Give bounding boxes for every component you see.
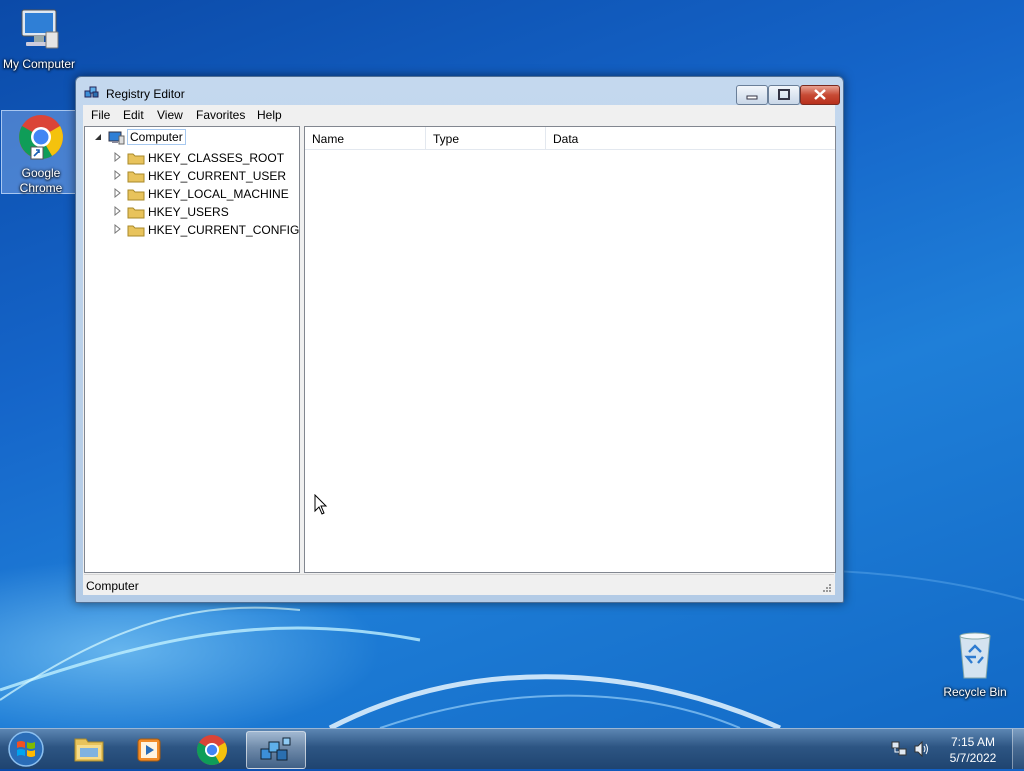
menu-bar: File Edit View Favorites Help	[83, 105, 835, 125]
column-header-label: Data	[553, 132, 579, 146]
start-button[interactable]	[6, 730, 46, 768]
folder-icon	[127, 189, 145, 201]
tree-node-label: HKEY_USERS	[148, 205, 229, 219]
taskbar: 7:15 AM 5/7/2022	[0, 728, 1024, 769]
folder-icon	[127, 171, 145, 183]
column-header-name[interactable]: Name	[305, 127, 426, 149]
desktop-icon-label: Recycle Bin	[943, 685, 1007, 699]
menu-edit[interactable]: Edit	[123, 108, 144, 122]
tree-node-computer[interactable]: Computer	[93, 129, 293, 147]
desktop-icon-my-computer[interactable]: My Computer	[0, 8, 78, 72]
tree-node-hkey-local-machine[interactable]: HKEY_LOCAL_MACHINE	[113, 185, 299, 203]
computer-icon	[108, 131, 125, 145]
registry-tree-pane[interactable]: Computer HKEY_CLASSES_ROOT HKEY_CURRENT_…	[84, 126, 300, 573]
tree-node-label: Computer	[127, 129, 186, 145]
close-button[interactable]	[800, 85, 840, 105]
registry-editor-icon	[84, 86, 99, 98]
values-list-pane[interactable]: Name Type Data	[304, 126, 836, 573]
taskbar-media-player[interactable]	[120, 731, 178, 767]
column-header-type[interactable]: Type	[426, 127, 546, 149]
recycle-bin-icon	[959, 632, 991, 679]
windows-logo-icon	[8, 731, 44, 767]
window-title: Registry Editor	[106, 87, 185, 101]
status-bar: Computer	[84, 574, 834, 595]
expand-arrow-icon	[114, 188, 121, 198]
tree-node-label: HKEY_CURRENT_CONFIG	[148, 223, 300, 237]
tree-node-hkey-current-user[interactable]: HKEY_CURRENT_USER	[113, 167, 299, 185]
column-header-data[interactable]: Data	[546, 127, 835, 149]
show-desktop-button[interactable]	[1012, 729, 1024, 769]
clock-date: 5/7/2022	[949, 751, 997, 765]
tree-node-hkey-users[interactable]: HKEY_USERS	[113, 203, 299, 221]
menu-favorites[interactable]: Favorites	[196, 108, 245, 122]
taskbar-windows-explorer[interactable]	[60, 731, 118, 767]
tree-node-label: HKEY_CLASSES_ROOT	[148, 151, 285, 165]
taskbar-google-chrome[interactable]	[183, 731, 241, 767]
close-icon	[814, 89, 826, 100]
title-bar[interactable]: Registry Editor	[76, 77, 843, 105]
folder-icon	[127, 225, 145, 237]
expand-arrow-icon	[114, 170, 121, 180]
registry-editor-icon	[260, 737, 291, 761]
tree-node-hkey-classes-root[interactable]: HKEY_CLASSES_ROOT	[113, 149, 299, 167]
desktop-icon-recycle-bin[interactable]: Recycle Bin	[936, 630, 1014, 700]
desktop-icon-label: My Computer	[2, 57, 76, 71]
menu-help[interactable]: Help	[257, 108, 282, 122]
tree-node-label: HKEY_CURRENT_USER	[148, 169, 287, 183]
column-header-label: Name	[312, 132, 345, 146]
taskbar-registry-editor[interactable]	[246, 731, 306, 769]
tree-node-hkey-current-config[interactable]: HKEY_CURRENT_CONFIG	[113, 221, 299, 239]
desktop-icon-label: Google Chrome	[19, 166, 63, 195]
network-icon[interactable]	[890, 740, 908, 758]
expand-arrow-icon	[114, 152, 121, 162]
folder-icon	[127, 207, 145, 219]
media-player-icon	[137, 738, 161, 762]
volume-icon[interactable]	[913, 740, 931, 758]
tree-node-label: HKEY_LOCAL_MACHINE	[148, 187, 289, 201]
maximize-icon	[778, 89, 790, 100]
computer-icon	[21, 9, 59, 49]
registry-editor-window[interactable]: Registry Editor File Edit View Favorites…	[75, 76, 844, 603]
minimize-icon	[746, 95, 758, 100]
mouse-cursor-icon	[314, 494, 328, 515]
expand-arrow-icon	[114, 206, 121, 216]
header-divider	[305, 149, 835, 150]
column-header-label: Type	[433, 132, 460, 146]
folder-icon	[127, 153, 145, 165]
status-text: Computer	[86, 579, 139, 593]
menu-view[interactable]: View	[157, 108, 183, 122]
menu-file[interactable]: File	[91, 108, 110, 122]
resize-grip-icon[interactable]	[822, 583, 832, 593]
minimize-button[interactable]	[736, 85, 768, 105]
system-clock[interactable]: 7:15 AM 5/7/2022	[940, 734, 1006, 766]
folder-icon	[74, 738, 104, 762]
client-area: Computer HKEY_CLASSES_ROOT HKEY_CURRENT_…	[83, 125, 836, 595]
chrome-icon	[19, 115, 63, 160]
desktop-icon-google-chrome[interactable]: Google Chrome	[1, 110, 81, 195]
collapse-arrow-icon	[95, 134, 101, 140]
clock-time: 7:15 AM	[950, 735, 996, 749]
maximize-button[interactable]	[768, 85, 800, 105]
chrome-icon	[196, 735, 228, 766]
expand-arrow-icon	[114, 224, 121, 234]
